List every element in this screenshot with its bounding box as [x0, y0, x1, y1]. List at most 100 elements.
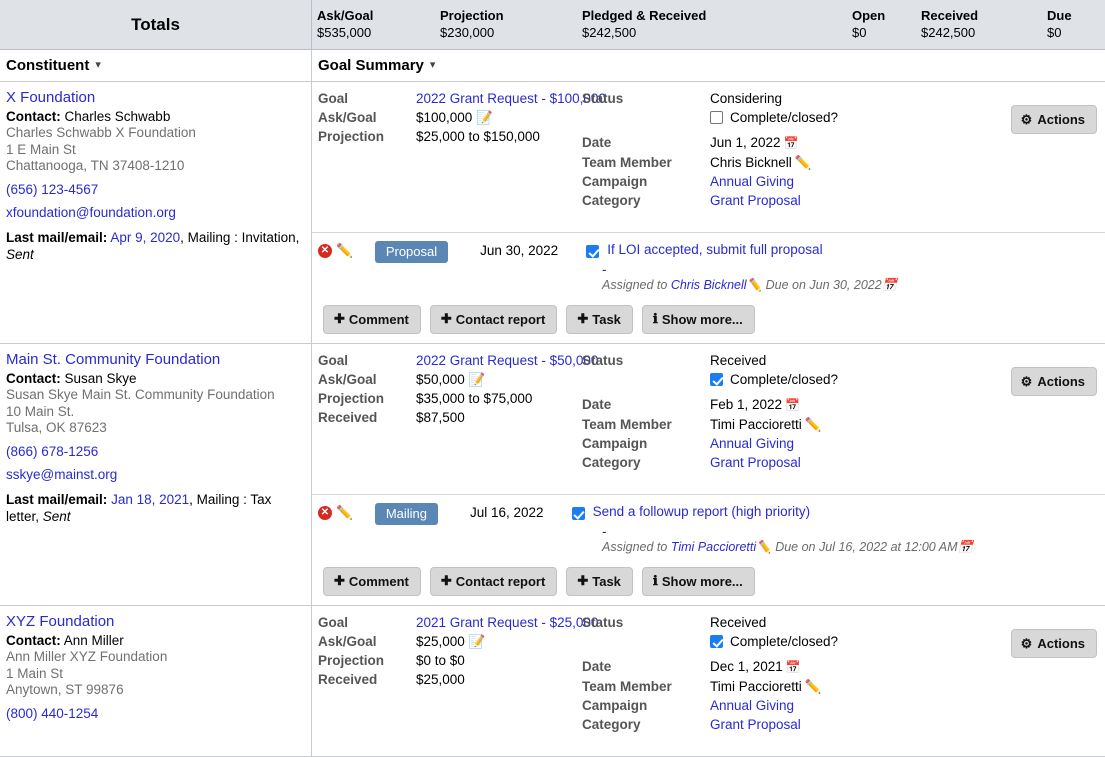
constituent-name-link[interactable]: X Foundation: [6, 89, 303, 107]
task-action-buttons: ✚ Comment ✚ Contact report ✚ Task ℹ Show mor…: [318, 567, 1099, 596]
campaign-value[interactable]: Annual Giving: [710, 172, 1002, 191]
constituent-phone-link[interactable]: (866) 678-1256: [6, 444, 303, 461]
complete-closed-label: Complete/closed?: [730, 634, 839, 649]
category-value[interactable]: Grant Proposal: [710, 191, 1002, 210]
gear-icon: ⚙: [1020, 374, 1033, 389]
delete-icon[interactable]: ✕: [318, 506, 332, 520]
category-label: Category: [582, 193, 641, 208]
status-label: Status: [582, 615, 624, 630]
chevron-down-icon[interactable]: ▾: [95, 58, 101, 71]
show-more-button[interactable]: ℹ Show more...: [641, 305, 755, 334]
campaign-value[interactable]: Annual Giving: [710, 434, 1002, 453]
constituent-org: Ann Miller XYZ Foundation: [6, 649, 168, 664]
constituent-street: 1 Main St: [6, 665, 64, 681]
column-header-constituent[interactable]: Constituent ▾: [0, 49, 312, 82]
add-contact-report-button[interactable]: ✚ Contact report: [429, 567, 558, 596]
calendar-icon[interactable]: 📅: [785, 398, 800, 412]
complete-closed-checkbox[interactable]: [710, 373, 723, 386]
projection-value: $25,000 to $150,000: [416, 129, 540, 144]
goal-block: Goal 2022 Grant Request - $100,000 Ask/G…: [312, 82, 1105, 232]
complete-closed-label: Complete/closed?: [730, 372, 839, 387]
last-mail-status: Sent: [6, 246, 34, 262]
constituent-name-link[interactable]: XYZ Foundation: [6, 613, 303, 631]
column-header-goal-summary[interactable]: Goal Summary ▾: [312, 50, 1105, 82]
constituent-phone-link[interactable]: (656) 123-4567: [6, 182, 303, 199]
calendar-icon[interactable]: 📅: [786, 660, 801, 674]
task-note: -: [602, 524, 607, 539]
task-complete-checkbox[interactable]: [586, 245, 600, 258]
column-header-constituent-label: Constituent: [6, 57, 90, 74]
task-assignee[interactable]: Timi Paccioretti: [671, 540, 756, 554]
goal-link[interactable]: 2021 Grant Request - $25,000: [416, 613, 608, 632]
total-label: Pledged & Received: [582, 8, 707, 23]
task-complete-checkbox[interactable]: [571, 507, 585, 520]
task-assignee[interactable]: Chris Bicknell: [671, 278, 747, 292]
task-title-link[interactable]: If LOI accepted, submit full proposal: [607, 241, 822, 257]
campaign-value[interactable]: Annual Giving: [710, 696, 1002, 715]
total-value: $242,500: [582, 25, 637, 40]
constituent-email-link[interactable]: sskye@mainst.org: [6, 467, 303, 484]
calendar-icon[interactable]: 📅: [784, 136, 799, 150]
add-comment-button[interactable]: ✚ Comment: [323, 567, 421, 596]
contact-name: Ann Miller: [63, 633, 124, 648]
actions-button[interactable]: ⚙ Actions: [1010, 367, 1097, 396]
pencil-icon[interactable]: ✏️: [805, 679, 822, 694]
delete-icon[interactable]: ✕: [318, 244, 332, 258]
task-assignment: Assigned to Chris Bicknell✏️ Due on Jun …: [602, 278, 1099, 293]
calendar-icon[interactable]: 📅: [958, 540, 974, 554]
constituent-email-link[interactable]: xfoundation@foundation.org: [6, 205, 303, 222]
goal-link[interactable]: 2022 Grant Request - $50,000: [416, 351, 608, 370]
constituent-citystate: Chattanooga, TN 37408-1210: [6, 158, 185, 173]
category-value[interactable]: Grant Proposal: [710, 715, 1002, 734]
constituent-name-link[interactable]: Main St. Community Foundation: [6, 351, 303, 369]
ask-goal-value[interactable]: $100,000: [416, 110, 472, 125]
actions-button-label: Actions: [1037, 112, 1085, 127]
constituent-phone-link[interactable]: (800) 440-1254: [6, 706, 303, 723]
pencil-icon[interactable]: ✏️: [756, 540, 772, 554]
calendar-icon[interactable]: 📅: [882, 278, 898, 292]
edit-note-icon[interactable]: 📝: [469, 372, 486, 387]
task-type-badge: Proposal: [374, 241, 449, 263]
pencil-icon[interactable]: ✏️: [795, 155, 812, 170]
task-due-date: Jun 30, 2022: [809, 278, 882, 292]
team-member-value[interactable]: Chris Bicknell: [710, 155, 792, 170]
team-member-value[interactable]: Timi Paccioretti: [710, 679, 802, 694]
constituent-cell: Main St. Community Foundation Contact: S…: [0, 344, 312, 605]
chevron-down-icon[interactable]: ▾: [430, 58, 436, 71]
complete-closed-checkbox[interactable]: [710, 111, 723, 124]
status-fields: Status Received Complete/closed? Date De…: [582, 613, 1002, 734]
team-member-value[interactable]: Timi Paccioretti: [710, 417, 802, 432]
actions-button[interactable]: ⚙ Actions: [1010, 629, 1097, 658]
add-task-label: Task: [592, 311, 621, 327]
task-title-link[interactable]: Send a followup report (high priority): [593, 503, 811, 519]
show-more-button[interactable]: ℹ Show more...: [641, 567, 755, 596]
add-task-button[interactable]: ✚ Task: [566, 305, 633, 334]
add-task-button[interactable]: ✚ Task: [566, 567, 633, 596]
projection-label: Projection: [318, 391, 385, 406]
add-comment-label: Comment: [348, 573, 409, 589]
category-value[interactable]: Grant Proposal: [710, 453, 1002, 472]
add-comment-button[interactable]: ✚ Comment: [323, 305, 421, 334]
date-value-wrap: Feb 1, 2022 📅: [710, 395, 1002, 415]
edit-note-icon[interactable]: 📝: [469, 634, 486, 649]
total-received: Received $242,500: [921, 7, 978, 41]
pencil-icon[interactable]: ✏️: [805, 417, 822, 432]
ask-goal-value[interactable]: $25,000: [416, 634, 465, 649]
plus-icon: ✚: [577, 573, 589, 588]
total-value: $0: [852, 25, 867, 40]
complete-closed-checkbox[interactable]: [710, 635, 723, 648]
add-contact-report-button[interactable]: ✚ Contact report: [429, 305, 558, 334]
contact-label: Contact:: [6, 109, 61, 124]
goal-link[interactable]: 2022 Grant Request - $100,000: [416, 89, 608, 108]
pencil-icon[interactable]: ✏️: [336, 505, 353, 521]
actions-button[interactable]: ⚙ Actions: [1010, 105, 1097, 134]
goal-fields: Goal 2021 Grant Request - $25,000 Ask/Go…: [318, 613, 608, 689]
pencil-icon[interactable]: ✏️: [747, 278, 763, 292]
ask-goal-value[interactable]: $50,000: [416, 372, 465, 387]
edit-note-icon[interactable]: 📝: [476, 110, 493, 125]
status-label: Status: [582, 353, 624, 368]
gear-icon: ⚙: [1020, 636, 1033, 651]
total-label: Projection: [440, 8, 504, 23]
pencil-icon[interactable]: ✏️: [336, 243, 353, 259]
plus-icon: ✚: [440, 573, 452, 588]
